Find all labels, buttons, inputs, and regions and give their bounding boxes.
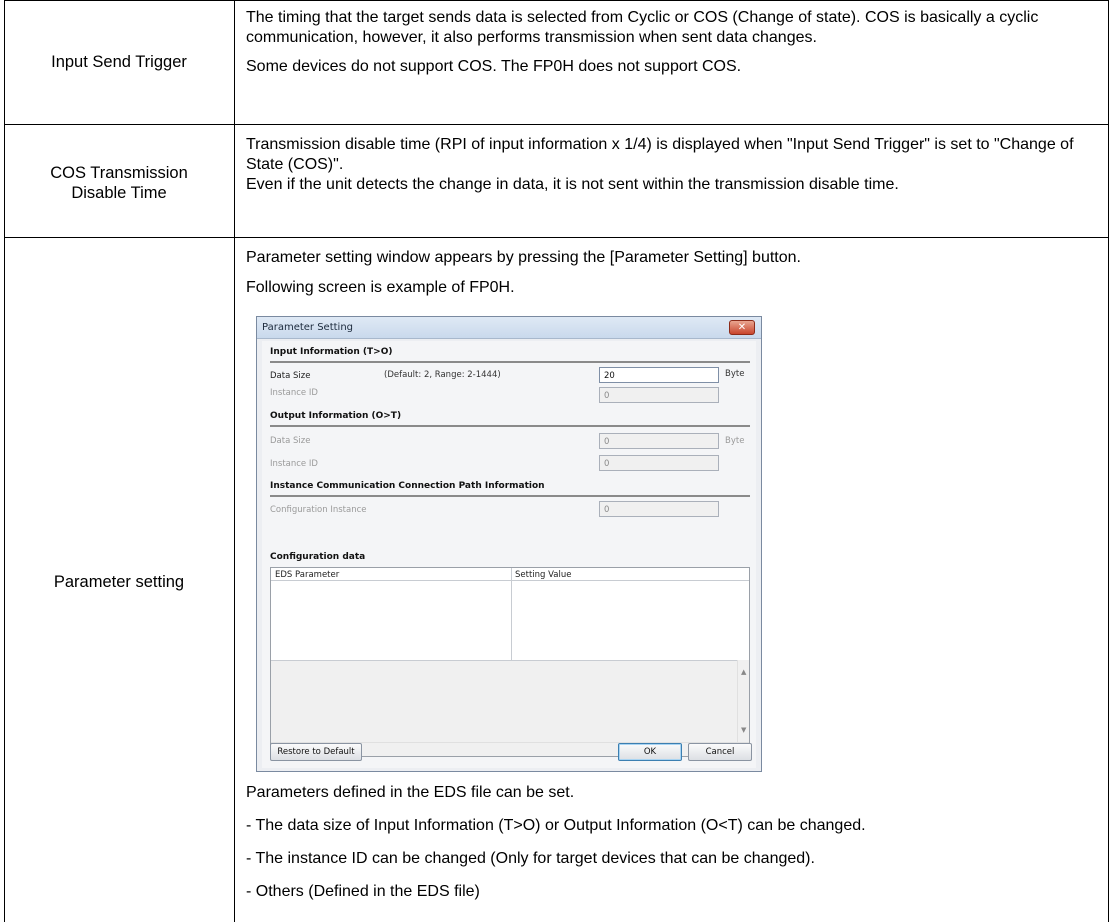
data-size-hint: (Default: 2, Range: 2-1444) bbox=[384, 370, 501, 380]
byte-unit: Byte bbox=[725, 436, 745, 446]
data-size-label: Data Size bbox=[270, 436, 311, 446]
description-paragraph: The timing that the target sends data is… bbox=[246, 9, 1039, 46]
section-divider bbox=[270, 361, 750, 363]
section-output-information: Output Information (O>T) bbox=[270, 411, 402, 421]
spec-table: Input Send Trigger The timing that the t… bbox=[0, 0, 1113, 922]
intro-paragraph: Following screen is example of FP0H. bbox=[246, 279, 515, 296]
dialog-title: Parameter Setting bbox=[262, 322, 354, 333]
description-paragraph: Some devices do not support COS. The FP0… bbox=[246, 58, 742, 75]
table-divider bbox=[4, 237, 1109, 238]
section-configuration-data: Configuration data bbox=[270, 552, 366, 562]
ok-button[interactable]: OK bbox=[618, 743, 682, 761]
configuration-data-grid[interactable]: EDS Parameter Setting Value ▲ ▼ ◀ ▶ bbox=[270, 567, 750, 757]
parameter-setting-dialog: Parameter Setting ✕ Input Information (T… bbox=[256, 316, 762, 772]
close-icon[interactable]: ✕ bbox=[729, 320, 755, 335]
configuration-instance-label: Configuration Instance bbox=[270, 505, 367, 515]
section-input-information: Input Information (T>O) bbox=[270, 347, 393, 357]
restore-to-default-button[interactable]: Restore to Default bbox=[270, 743, 362, 761]
row-label-input-send-trigger: Input Send Trigger bbox=[51, 53, 187, 71]
column-header-setting-value[interactable]: Setting Value bbox=[511, 568, 749, 581]
note-paragraph: - Others (Defined in the EDS file) bbox=[246, 883, 480, 900]
section-divider bbox=[270, 425, 750, 427]
input-data-size-field[interactable]: 20 bbox=[599, 367, 719, 383]
note-paragraph: - The instance ID can be changed (Only f… bbox=[246, 850, 815, 867]
note-paragraph: Parameters defined in the EDS file can b… bbox=[246, 784, 575, 801]
label-line: Disable Time bbox=[71, 184, 167, 202]
column-header-eds-parameter[interactable]: EDS Parameter bbox=[271, 568, 511, 581]
vertical-scrollbar[interactable]: ▲ ▼ bbox=[737, 660, 749, 742]
intro-paragraph: Parameter setting window appears by pres… bbox=[246, 249, 801, 266]
output-instance-id-field[interactable]: 0 bbox=[599, 455, 719, 471]
section-connection-path: Instance Communication Connection Path I… bbox=[270, 481, 545, 491]
section-divider bbox=[270, 495, 750, 497]
instance-id-label: Instance ID bbox=[270, 459, 318, 469]
byte-unit: Byte bbox=[725, 369, 745, 379]
table-divider bbox=[4, 124, 1109, 125]
note-paragraph: - The data size of Input Information (T>… bbox=[246, 817, 866, 834]
data-size-label: Data Size bbox=[270, 371, 311, 381]
column-divider bbox=[511, 568, 512, 660]
description-paragraph: Transmission disable time (RPI of input … bbox=[246, 136, 1074, 173]
scroll-up-icon[interactable]: ▲ bbox=[741, 668, 746, 676]
row-notes: Parameters defined in the EDS file can b… bbox=[246, 783, 1108, 902]
description-paragraph: Even if the unit detects the change in d… bbox=[246, 176, 899, 193]
table-divider bbox=[1108, 0, 1109, 922]
row-label-parameter-setting: Parameter setting bbox=[53, 573, 185, 591]
output-data-size-field[interactable]: 0 bbox=[599, 433, 719, 449]
table-divider bbox=[234, 0, 235, 922]
configuration-instance-field[interactable]: 0 bbox=[599, 501, 719, 517]
dialog-body: Input Information (T>O) Data Size (Defau… bbox=[262, 341, 756, 768]
cancel-button[interactable]: Cancel bbox=[688, 743, 752, 761]
table-divider bbox=[4, 0, 1109, 1]
row-description-cos-transmission: Transmission disable time (RPI of input … bbox=[246, 135, 1108, 195]
scroll-down-icon[interactable]: ▼ bbox=[741, 726, 746, 734]
dialog-titlebar: Parameter Setting ✕ bbox=[257, 317, 761, 339]
input-instance-id-field[interactable]: 0 bbox=[599, 387, 719, 403]
row-intro: Parameter setting window appears by pres… bbox=[246, 248, 1108, 298]
row-label-cos-transmission: COS Transmission Disable Time bbox=[8, 163, 230, 203]
instance-id-label: Instance ID bbox=[270, 388, 318, 398]
label-line: COS Transmission bbox=[50, 164, 188, 182]
table-divider bbox=[4, 0, 5, 922]
row-description-input-send-trigger: The timing that the target sends data is… bbox=[246, 8, 1108, 77]
